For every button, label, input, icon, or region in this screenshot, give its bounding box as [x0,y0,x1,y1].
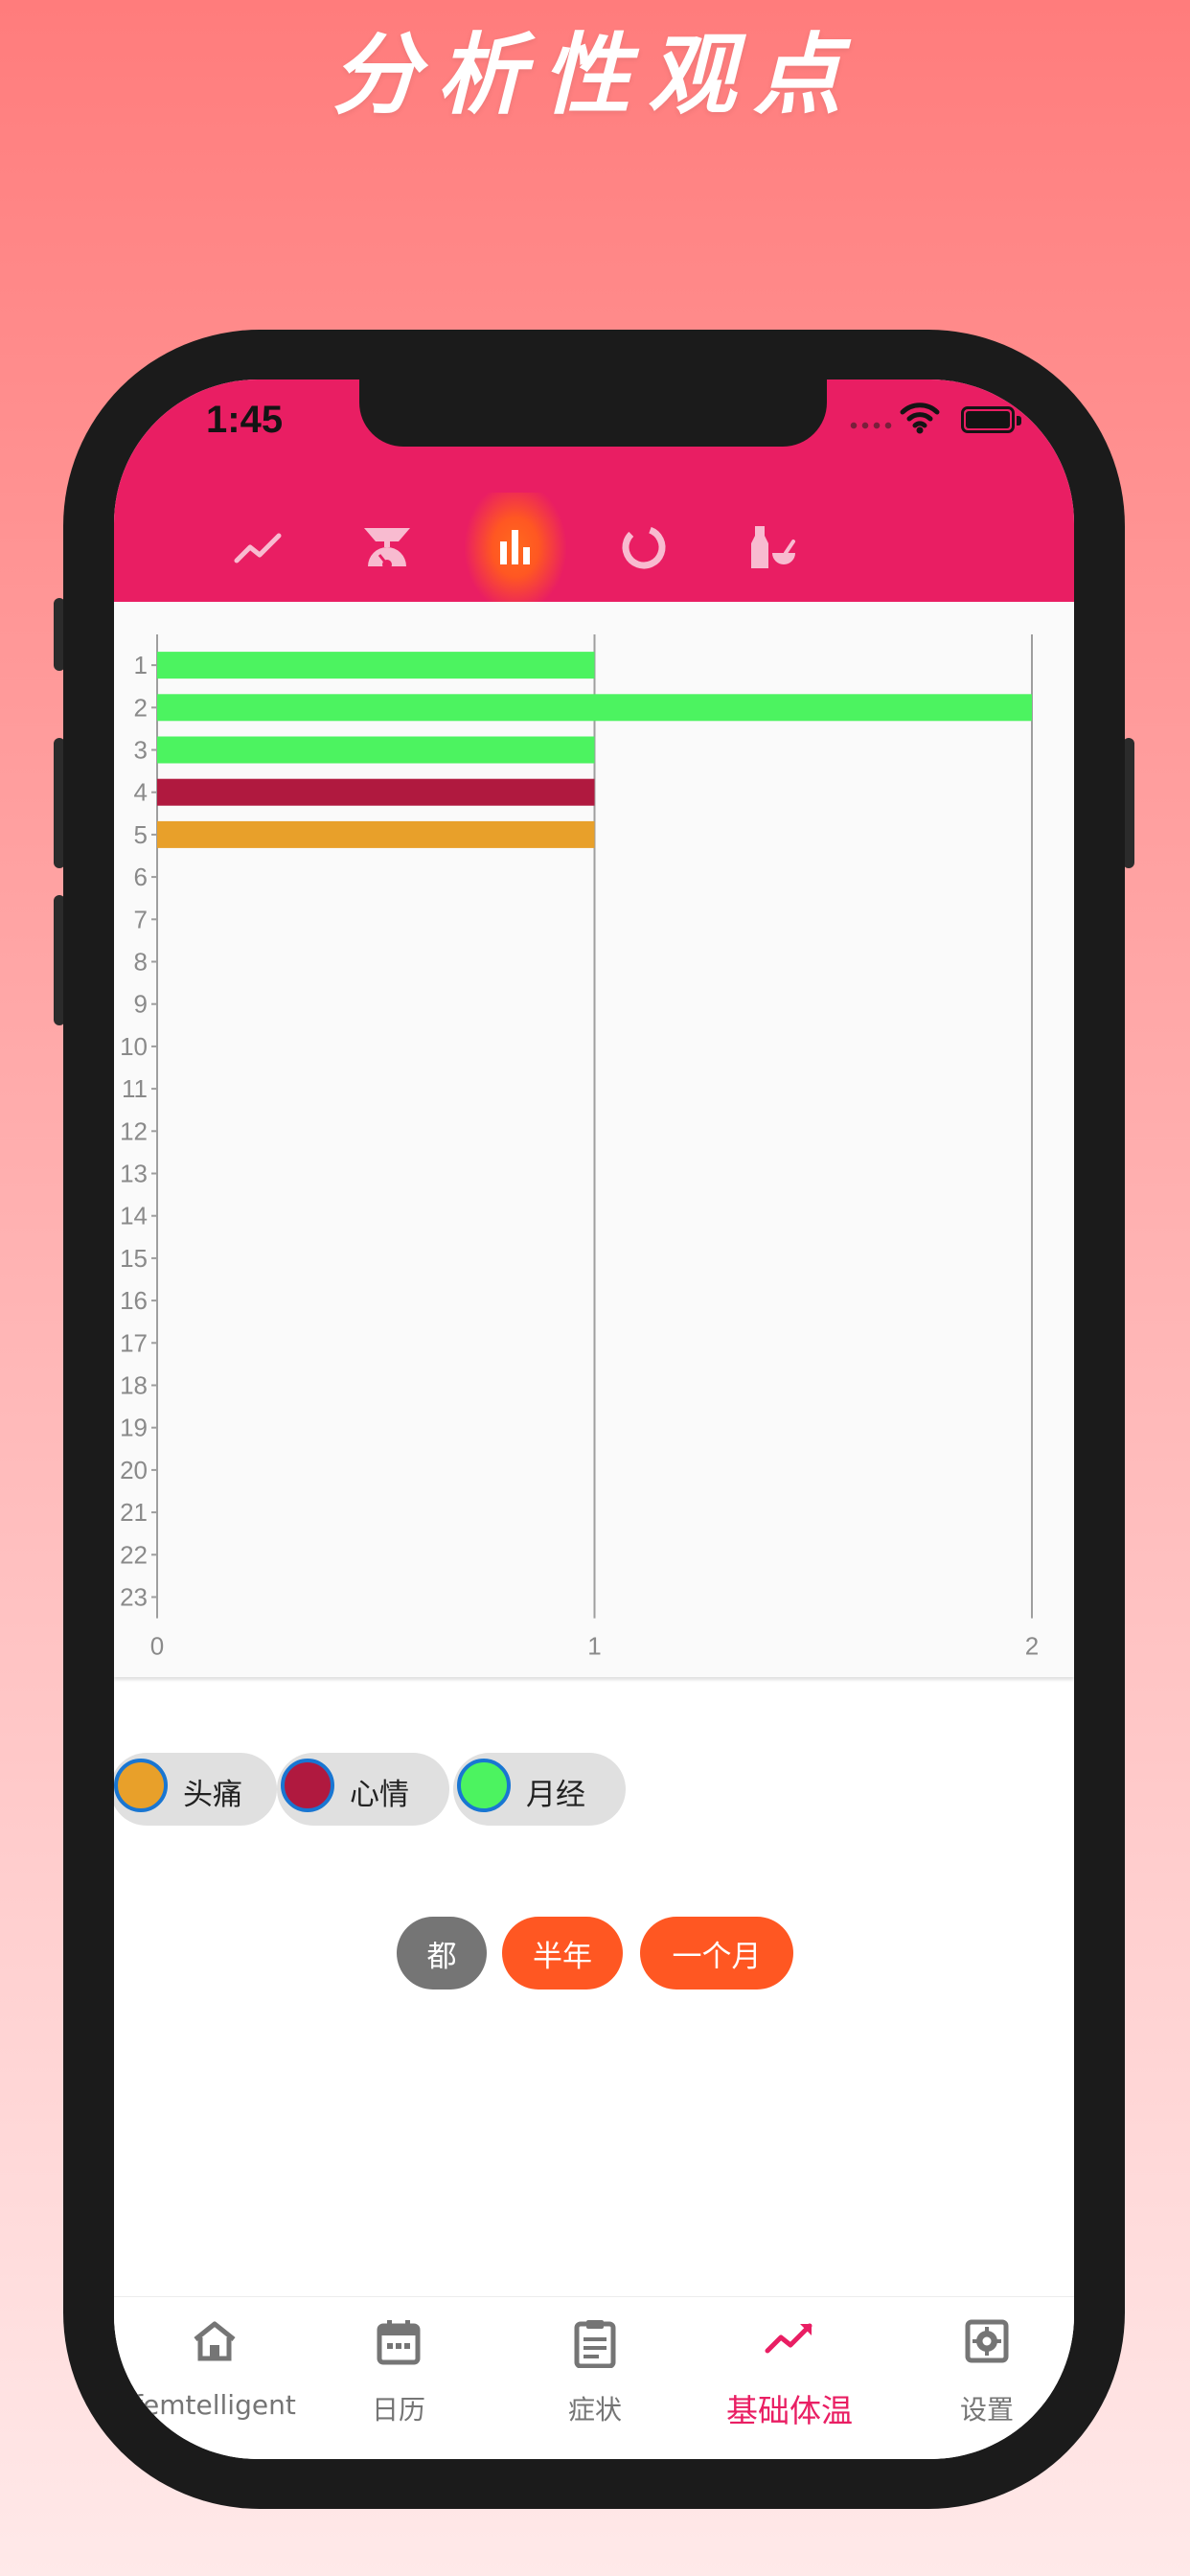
home-icon [194,2321,236,2361]
y-tick-label: 13 [120,1160,148,1188]
time-range-buttons: 都 半年 一个月 [114,1917,1074,1990]
nav-label-calendar: 日历 [371,2394,425,2426]
all-range-button[interactable]: 都 [397,1917,487,1990]
bar-chart-card: 1 2 3 4 5 6 7 8 9 10 11 12 13 14 15 16 17 18 19 20 21 22 23 0 1 2 [114,602,1074,1677]
x-tick-label: 0 [150,1632,164,1661]
trending-up-icon [765,2323,812,2354]
y-tick-label: 10 [120,1032,148,1061]
wifi-icon [900,402,940,434]
legend-chip-mood[interactable]: 心情 [277,1753,449,1826]
tab-lab[interactable] [708,493,836,602]
y-tick-label: 19 [120,1414,148,1442]
y-tick-label: 3 [134,736,148,765]
donut-icon [622,525,666,569]
nav-label-home: femtelligent [133,2389,296,2421]
battery-icon [961,406,1015,433]
y-tick-label: 6 [134,862,148,891]
legend-label-headache: 头痛 [183,1778,242,1812]
y-tick-label: 17 [120,1328,148,1357]
bar-1 [157,652,595,679]
settings-icon [965,2319,1009,2363]
y-tick-label: 22 [120,1540,148,1569]
scale-icon [364,528,410,569]
nav-label-bbt: 基础体温 [726,2392,853,2429]
nav-label-symptoms: 症状 [567,2394,622,2426]
mortar-bottle-icon [751,526,795,568]
y-tick-label: 8 [134,948,148,977]
legend-label-mood: 心情 [350,1778,409,1812]
nav-item-home[interactable]: femtelligent [119,2297,310,2459]
y-tick-label: 20 [120,1456,148,1484]
mood-color-dot [281,1759,334,1812]
headache-color-dot [114,1759,168,1812]
y-tick-label: 21 [120,1498,148,1527]
nav-item-symptoms[interactable]: 症状 [499,2297,691,2459]
bottom-navigation: femtelligent 日历 症状 基础体温 设置 [114,2296,1074,2459]
y-tick-label: 11 [122,1074,148,1103]
trending-up-icon [234,533,282,564]
half-year-button[interactable]: 半年 [502,1917,623,1990]
x-tick-label: 2 [1025,1632,1039,1661]
status-time: 1:45 [206,399,284,441]
page-banner-title: 分析性观点 [331,22,858,126]
bar-5 [157,820,595,848]
clipboard-icon [574,2320,616,2368]
tab-donut[interactable] [580,493,708,602]
calendar-icon [377,2320,421,2365]
legend-label-period: 月经 [526,1778,585,1812]
app-header: 1:45 [114,380,1074,602]
one-month-button[interactable]: 一个月 [640,1917,793,1990]
nav-label-settings: 设置 [959,2394,1014,2426]
bar-chart-icon [500,530,530,564]
y-tick-label: 2 [134,693,148,722]
tab-bar-chart[interactable] [451,493,580,602]
legend-chip-headache[interactable]: 头痛 [114,1753,277,1826]
legend-chip-period[interactable]: 月经 [453,1753,626,1826]
y-tick-label: 23 [120,1583,148,1612]
y-tick-label: 18 [120,1371,148,1400]
bar-3 [157,736,595,764]
nav-item-bbt[interactable]: 基础体温 [694,2297,885,2459]
y-tick-label: 7 [134,905,148,933]
period-color-dot [457,1759,511,1812]
y-tick-label: 14 [120,1202,148,1230]
y-tick-label: 16 [120,1286,148,1315]
y-tick-label: 15 [120,1244,148,1273]
tab-line-chart[interactable] [195,493,323,602]
analysis-tab-bar [114,493,1074,602]
phone-screen: 1:45 1 2 3 4 5 6 7 8 9 10 11 12 13 14 15… [114,380,1074,2459]
tab-scale[interactable] [323,493,451,602]
bar-2 [157,694,1032,722]
bar-chart: 12345678910111213141516171819202122230 1 2 [120,634,1039,1661]
y-tick-label: 12 [120,1116,148,1145]
y-tick-label: 5 [134,820,148,849]
y-tick-label: 9 [134,990,148,1019]
y-tick-label: 4 [134,778,148,807]
nav-item-settings[interactable]: 设置 [891,2297,1074,2459]
nav-item-calendar[interactable]: 日历 [303,2297,494,2459]
phone-notch [359,380,827,447]
battery-cap [1017,416,1021,426]
y-tick-label: 1 [134,651,148,679]
x-tick-label: 1 [587,1632,601,1661]
signal-dots-icon [848,422,896,429]
bar-4 [157,778,595,806]
